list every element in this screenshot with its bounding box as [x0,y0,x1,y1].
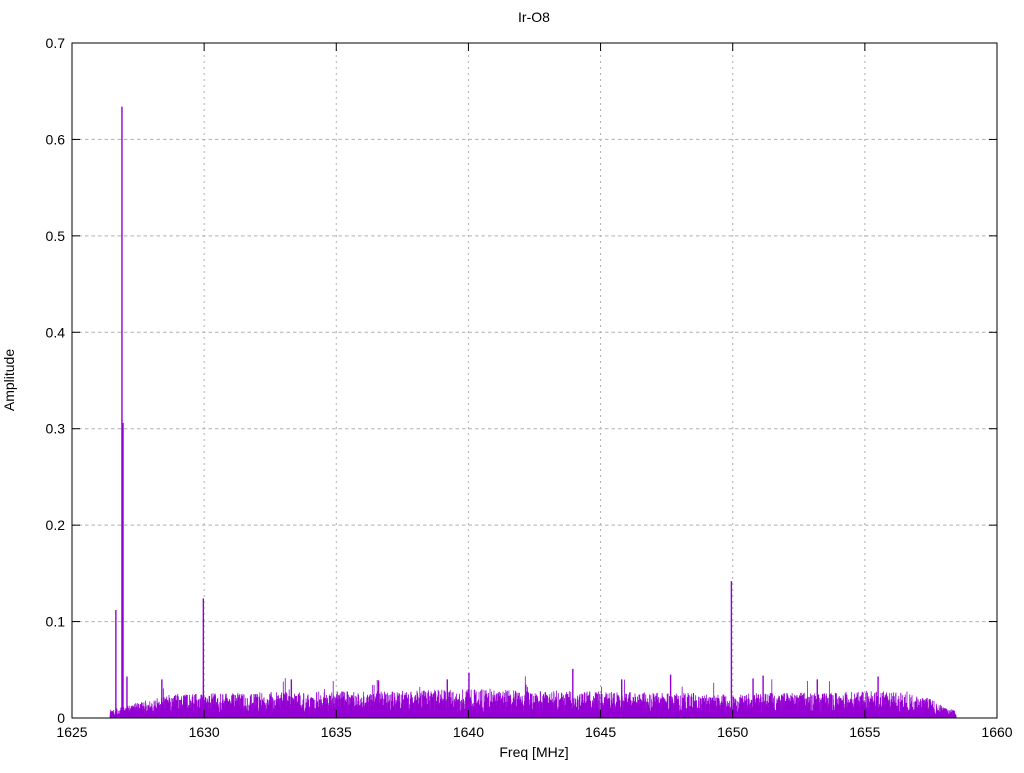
svg-text:0.1: 0.1 [46,614,66,630]
svg-text:1645: 1645 [585,724,616,740]
svg-text:1660: 1660 [981,724,1012,740]
chart-area: 1625 1630 1635 1640 1645 1650 1655 1660 0 0.1 0.2 0… [0,0,1024,768]
svg-text:1635: 1635 [321,724,352,740]
svg-text:0: 0 [57,710,65,726]
axis-ticks [71,42,998,719]
svg-text:1640: 1640 [453,724,484,740]
spectrum-chart: 1625 1630 1635 1640 1645 1650 1655 1660 0 0.1 0.2 0… [1,9,1013,760]
svg-text:0.4: 0.4 [46,324,66,340]
svg-text:0.5: 0.5 [46,228,66,244]
y-axis-label: Amplitude [1,349,17,411]
gridlines [72,43,997,718]
signal-peaks [115,106,879,718]
tick-labels: 1625 1630 1635 1640 1645 1650 1655 1660 0 0.1 0.2 0… [46,35,1013,740]
signal-trace [109,676,957,718]
chart-title: Ir-O8 [518,9,550,25]
svg-text:0.2: 0.2 [46,517,66,533]
svg-text:1630: 1630 [189,724,220,740]
svg-text:0.7: 0.7 [46,35,66,51]
svg-text:1625: 1625 [56,724,87,740]
svg-text:1650: 1650 [717,724,748,740]
svg-text:0.3: 0.3 [46,421,66,437]
svg-text:0.6: 0.6 [46,131,66,147]
svg-text:1655: 1655 [849,724,880,740]
plot-border [71,42,998,719]
x-axis-label: Freq [MHz] [499,744,568,760]
